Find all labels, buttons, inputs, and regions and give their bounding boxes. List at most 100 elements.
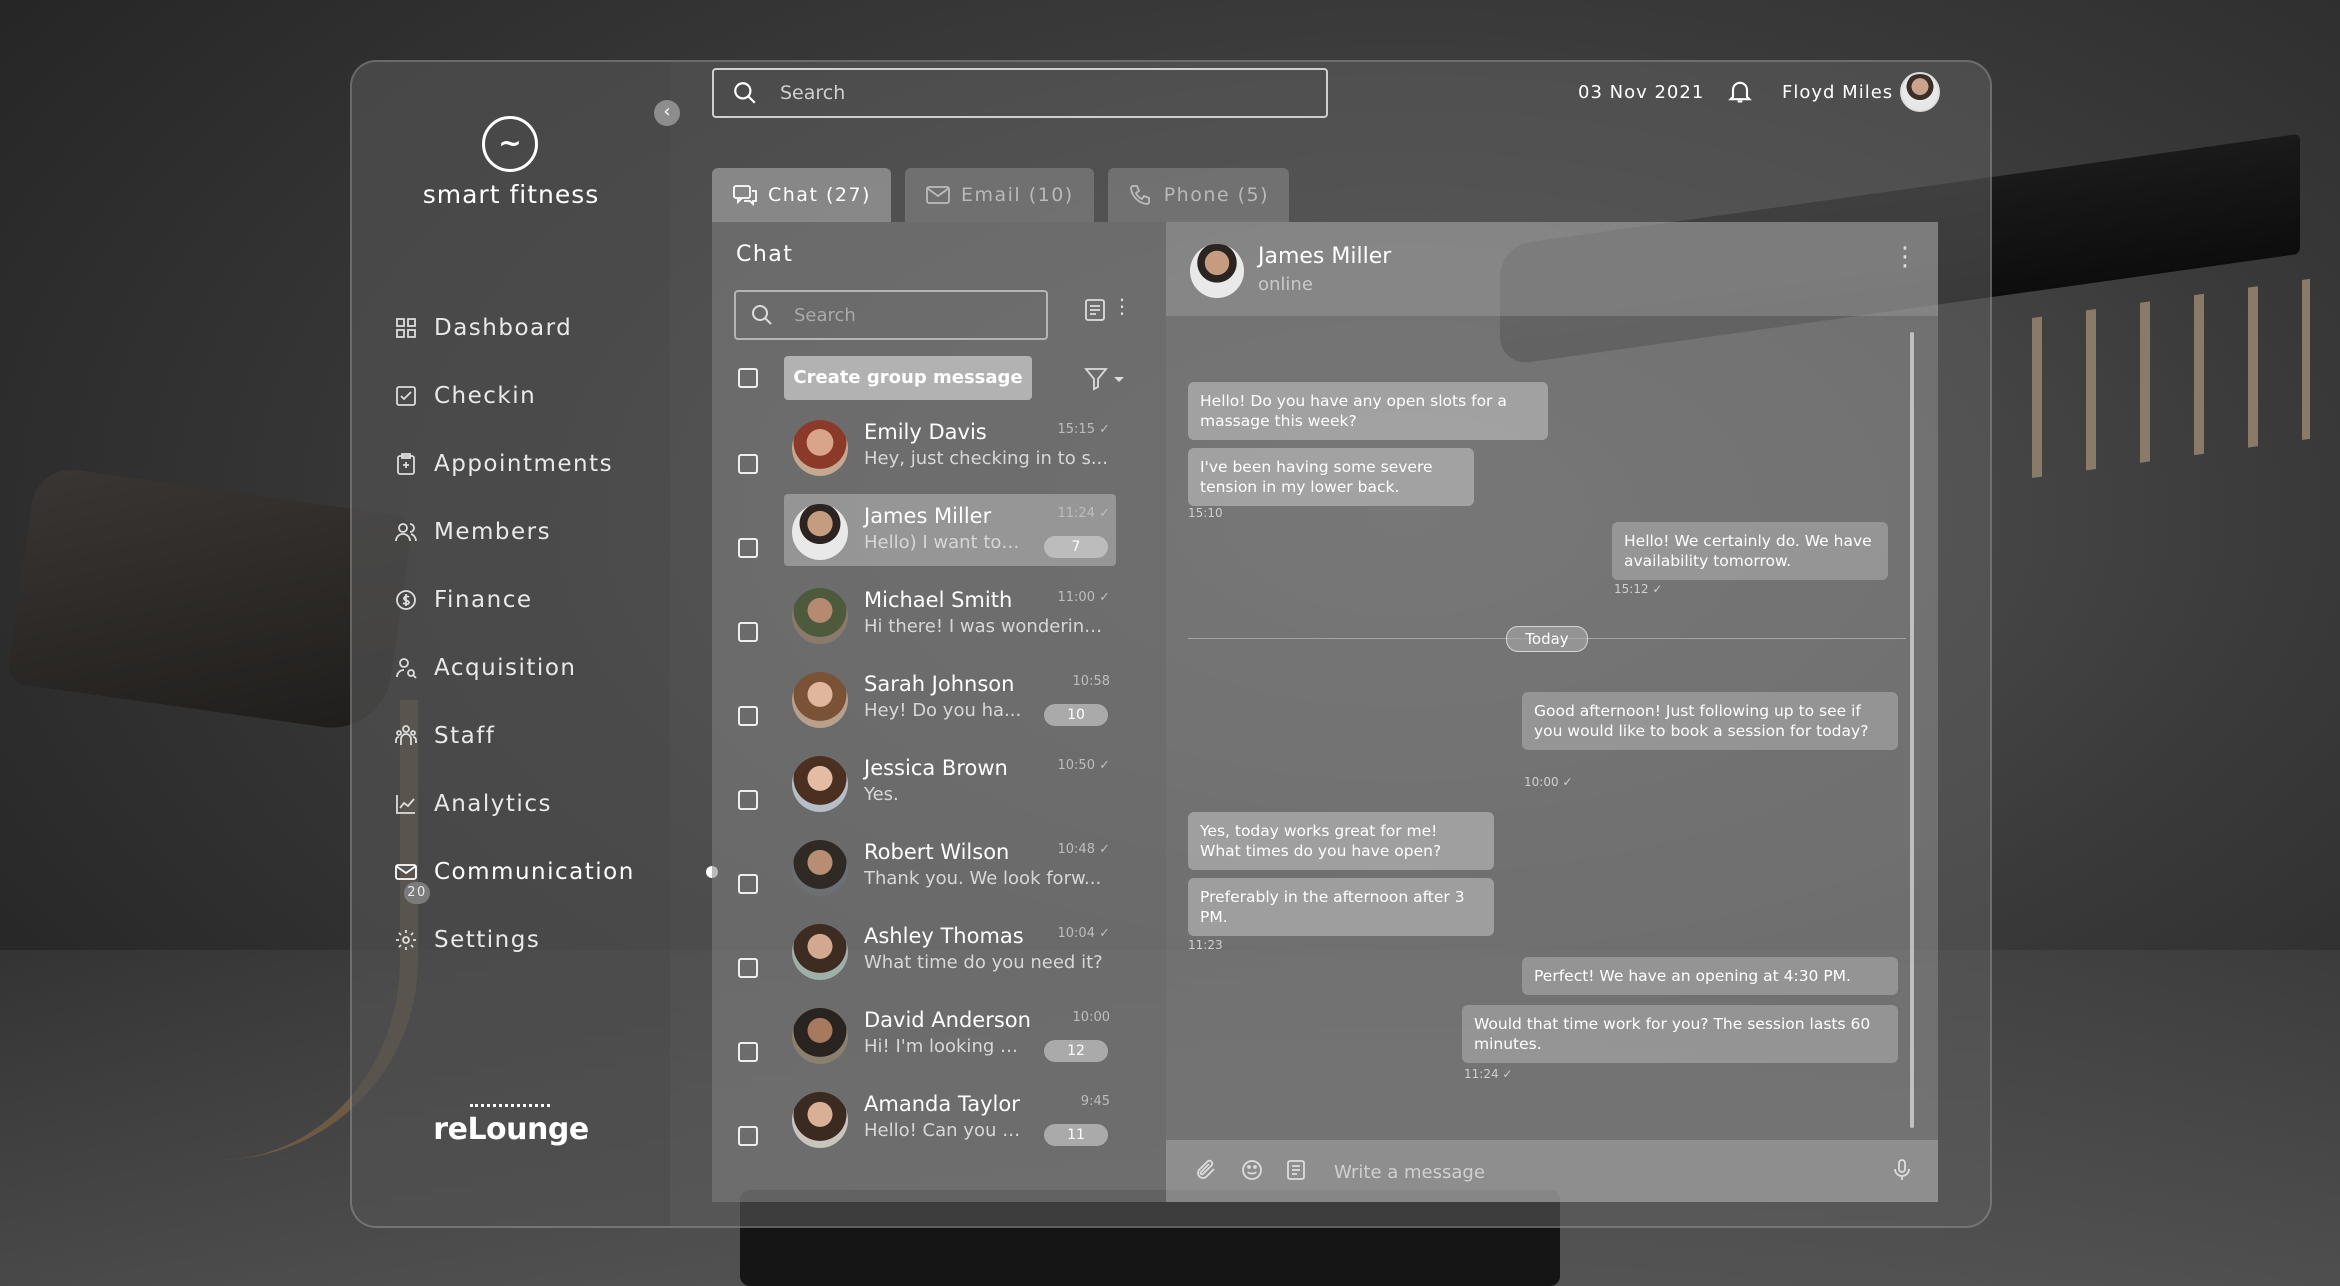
message-time: 10:58	[1072, 674, 1110, 689]
message-composer	[1166, 1140, 1938, 1202]
row-checkbox[interactable]	[738, 1126, 758, 1146]
current-date: 03 Nov 2021	[1578, 82, 1705, 103]
search-icon	[752, 305, 772, 325]
message-time: 15:15 ✓	[1057, 422, 1111, 437]
list-item[interactable]: Ashley Thomas What time do you need it? …	[784, 914, 1116, 986]
conversation-panel: James Miller online ⋮ Hello! Do you have…	[1166, 222, 1938, 1202]
list-item[interactable]: Amanda Taylor Hello! Can you l... 9:45 1…	[784, 1082, 1116, 1154]
sidebar-item-members[interactable]: Members	[394, 498, 635, 566]
sidebar-item-staff[interactable]: Staff	[394, 702, 635, 770]
sidebar-item-appointments[interactable]: Appointments	[394, 430, 635, 498]
avatar	[792, 420, 848, 476]
brand-name: smart fitness	[422, 180, 600, 209]
list-options[interactable]: ⋮	[1084, 294, 1132, 328]
list-item[interactable]: Jessica Brown Yes. 10:50 ✓	[784, 746, 1116, 818]
avatar	[792, 588, 848, 644]
tab-label: Email (10)	[960, 184, 1074, 206]
sidebar-item-checkin[interactable]: Checkin	[394, 362, 635, 430]
paperclip-icon[interactable]	[1194, 1158, 1218, 1182]
message-outgoing: Would that time work for you? The sessio…	[1462, 1005, 1898, 1063]
tab-phone[interactable]: Phone (5)	[1107, 168, 1290, 222]
avatar	[792, 840, 848, 896]
list-item[interactable]: Michael Smith Hi there! I was wondering.…	[784, 578, 1116, 650]
collapse-sidebar-button[interactable]: ‹	[654, 100, 680, 126]
background-bed-slats	[2010, 278, 2310, 482]
more-vertical-icon[interactable]: ⋮	[1892, 242, 1918, 272]
channel-tabs: Chat (27) Email (10) Phone (5)	[712, 168, 1290, 222]
tab-email[interactable]: Email (10)	[904, 168, 1094, 222]
list-item[interactable]: Emily Davis Hey, just checking in to s..…	[784, 410, 1116, 482]
sidebar-item-label: Members	[434, 519, 552, 545]
sidebar-item-label: Communication	[434, 859, 635, 885]
message-time: 11:23	[1188, 938, 1223, 952]
template-icon[interactable]	[1284, 1158, 1308, 1182]
contact-name: James Miller	[1258, 244, 1392, 269]
row-checkbox[interactable]	[738, 958, 758, 978]
message-time: 10:50 ✓	[1057, 758, 1111, 773]
user-name[interactable]: Floyd Miles	[1782, 82, 1893, 103]
row-checkbox[interactable]	[738, 1042, 758, 1062]
sidebar-item-label: Staff	[434, 723, 496, 749]
unread-badge: 10	[1044, 704, 1108, 726]
tab-chat[interactable]: Chat (27)	[712, 168, 891, 222]
phone-icon	[1129, 185, 1150, 205]
sidebar-item-label: Checkin	[434, 383, 537, 409]
notes-icon[interactable]	[1084, 298, 1106, 322]
avatar[interactable]	[1190, 244, 1244, 298]
avatar	[792, 672, 848, 728]
bell-icon[interactable]	[1726, 76, 1754, 106]
microphone-icon[interactable]	[1890, 1158, 1914, 1182]
chat-search-input[interactable]	[792, 303, 1026, 327]
emoji-icon[interactable]	[1240, 1158, 1264, 1182]
contact-name: Ashley Thomas	[864, 924, 1024, 948]
row-checkbox[interactable]	[738, 874, 758, 894]
user-avatar[interactable]	[1900, 72, 1940, 112]
messages-scrollbar[interactable]	[1910, 332, 1914, 1128]
sidebar-item-label: Appointments	[434, 451, 614, 477]
create-group-message-button[interactable]: Create group message	[784, 356, 1032, 400]
date-divider-label: Today	[1506, 626, 1588, 652]
list-item[interactable]: Sarah Johnson Hey! Do you ha... 10:58 10	[784, 662, 1116, 734]
sidebar-item-communication[interactable]: Communication 20	[394, 838, 718, 906]
sidebar-item-analytics[interactable]: Analytics	[394, 770, 635, 838]
sidebar-item-label: Finance	[434, 587, 533, 613]
chat-list-panel: Chat ⋮ Create group message Emily Davis …	[712, 222, 1166, 1202]
row-checkbox[interactable]	[738, 622, 758, 642]
message-preview: Hi there! I was wondering...	[864, 616, 1112, 637]
more-vertical-icon[interactable]: ⋮	[1112, 294, 1132, 318]
checkbox-icon	[394, 384, 418, 408]
unread-badge: 11	[1044, 1124, 1108, 1146]
contact-name: Amanda Taylor	[864, 1092, 1020, 1116]
contact-name: Emily Davis	[864, 420, 987, 444]
sidebar-item-finance[interactable]: Finance	[394, 566, 635, 634]
avatar	[792, 504, 848, 560]
contact-name: Jessica Brown	[864, 756, 1008, 780]
message-time: 10:48 ✓	[1057, 842, 1111, 857]
avatar	[792, 1008, 848, 1064]
row-checkbox[interactable]	[738, 454, 758, 474]
contact-name: Robert Wilson	[864, 840, 1010, 864]
message-input[interactable]	[1332, 1154, 1856, 1190]
message-time: 11:24 ✓	[1057, 506, 1111, 521]
message-incoming: Hello! Do you have any open slots for a …	[1188, 382, 1548, 440]
sidebar-item-settings[interactable]: Settings	[394, 906, 635, 974]
filter-icon[interactable]	[1084, 366, 1128, 392]
message-incoming: Preferably in the afternoon after 3 PM.	[1188, 878, 1494, 936]
row-checkbox[interactable]	[738, 538, 758, 558]
message-preview: Yes.	[864, 784, 899, 805]
grid-icon	[394, 316, 418, 340]
global-search-input[interactable]	[778, 81, 1302, 105]
select-all-checkbox[interactable]	[738, 368, 758, 388]
message-preview: Hey! Do you ha...	[864, 700, 1022, 721]
avatar	[792, 756, 848, 812]
chat-search[interactable]	[734, 290, 1048, 340]
sidebar-item-dashboard[interactable]: Dashboard	[394, 294, 635, 362]
presence-status: online	[1258, 274, 1313, 295]
global-search[interactable]	[712, 68, 1328, 118]
list-item[interactable]: Robert Wilson Thank you. We look forw...…	[784, 830, 1116, 902]
sidebar-item-acquisition[interactable]: Acquisition	[394, 634, 635, 702]
row-checkbox[interactable]	[738, 790, 758, 810]
row-checkbox[interactable]	[738, 706, 758, 726]
list-item[interactable]: James Miller Hello) I want to ... 11:24 …	[784, 494, 1116, 566]
list-item[interactable]: David Anderson Hi! I'm looking t... 10:0…	[784, 998, 1116, 1070]
